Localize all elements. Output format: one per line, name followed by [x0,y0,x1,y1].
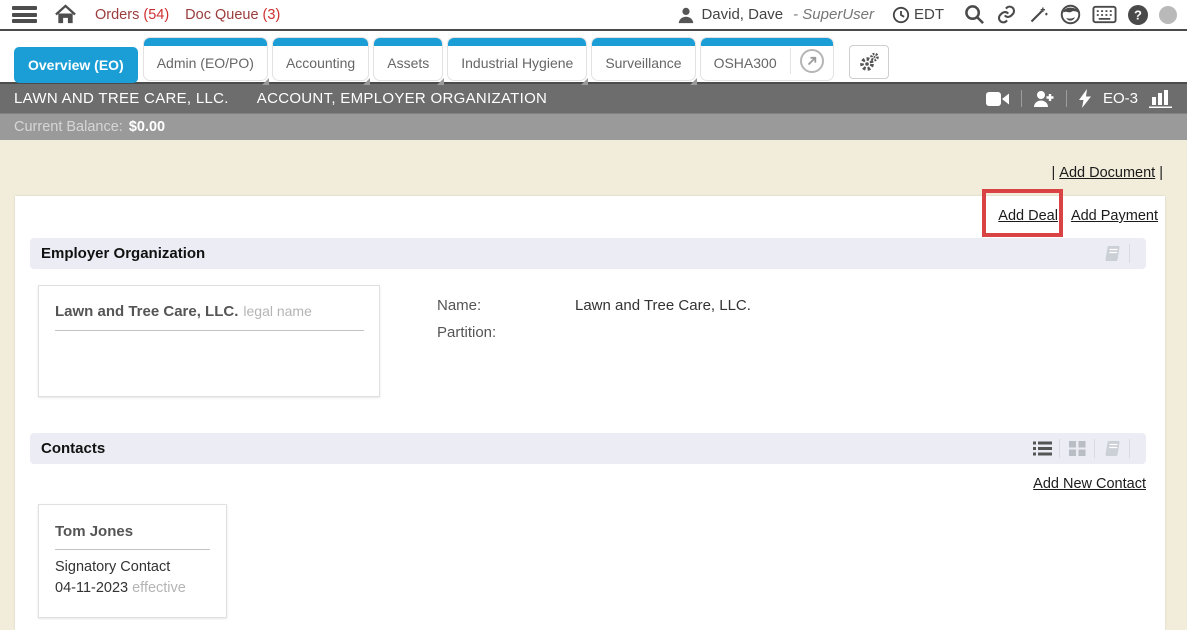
bar-chart-icon[interactable] [1149,89,1173,108]
lightning-icon[interactable] [1078,89,1092,108]
entity-type: ACCOUNT, EMPLOYER ORGANIZATION [257,90,547,107]
tab-overview-eo[interactable]: Overview (EO) [14,47,138,83]
pipe-separator: | [1052,165,1056,181]
top-bar: Orders (54) Doc Queue (3) David, Dave - … [0,0,1187,31]
tab-label: Assets [374,55,442,80]
contact-date-hint: effective [132,580,186,596]
main-panel: Add Deal Add Payment Employer Organizati… [15,196,1165,630]
tab-label: Overview (EO) [14,57,138,73]
tab-accounting[interactable]: Accounting [273,38,368,80]
user-icon [677,6,695,24]
globe-icon[interactable] [1060,4,1081,25]
wand-icon[interactable] [1028,4,1049,25]
add-document-link[interactable]: Add Document [1059,165,1155,181]
section-title: Employer Organization [41,245,205,262]
orders-count: (54) [143,7,169,23]
menu-icon[interactable] [12,6,37,23]
add-new-contact-link[interactable]: Add New Contact [1033,476,1146,492]
arrow-up-right-circle-icon[interactable] [800,49,824,73]
journal-icon[interactable] [1095,433,1129,464]
home-icon[interactable] [54,4,77,25]
contacts-header: Contacts [30,433,1146,464]
search-icon[interactable] [964,4,985,25]
tab-label: Industrial Hygiene [448,55,586,80]
person-add-icon[interactable] [1033,90,1055,108]
add-deal-link[interactable]: Add Deal [998,208,1058,224]
entity-name: LAWN AND TREE CARE, LLC. [14,90,229,107]
tab-label: Surveillance [592,55,694,80]
balance-label: Current Balance: [14,119,123,135]
link-icon[interactable] [996,4,1017,25]
entity-code: EO-3 [1103,90,1138,107]
tab-surveillance[interactable]: Surveillance [592,38,694,80]
add-payment-link[interactable]: Add Payment [1071,208,1158,224]
svg-text:?: ? [1134,7,1142,22]
current-user[interactable]: David, Dave - SuperUser [677,6,874,24]
field-value: Lawn and Tree Care, LLC. [575,292,751,319]
field-row-name: Name: Lawn and Tree Care, LLC. [437,292,751,319]
org-legal-name: Lawn and Tree Care, LLC. [55,303,238,320]
balance-value: $0.00 [129,119,165,135]
field-row-partition: Partition: [437,319,751,346]
nav-orders[interactable]: Orders (54) [95,7,169,23]
grid-view-icon[interactable] [1060,433,1094,464]
pipe-separator: | [1159,165,1163,181]
tab-settings-button[interactable] [849,45,889,79]
employer-org-card[interactable]: Lawn and Tree Care, LLC. legal name [38,285,380,397]
contact-effective-date: 04-11-2023 [55,580,128,596]
user-role: - SuperUser [793,6,874,23]
balance-bar: Current Balance: $0.00 [0,113,1187,140]
keyboard-icon[interactable] [1092,5,1117,24]
help-icon[interactable]: ? [1128,5,1148,25]
page-content: |Add Document| Add Deal Add Payment Empl… [0,140,1187,630]
list-view-icon[interactable] [1025,433,1059,464]
video-camera-icon[interactable] [986,91,1010,107]
timezone-indicator[interactable]: EDT [892,6,944,24]
nav-doc-queue[interactable]: Doc Queue (3) [185,7,280,23]
org-legal-name-hint: legal name [243,303,312,319]
tab-label: OSHA300 [701,55,790,80]
clock-icon [892,6,910,24]
tab-admin-eo-po[interactable]: Admin (EO/PO) [144,38,267,80]
section-title: Contacts [41,440,105,457]
field-label: Name: [437,292,575,319]
journal-icon[interactable] [1095,238,1129,269]
tab-bar: Overview (EO) Admin (EO/PO) Accounting A… [0,31,1187,84]
field-label: Partition: [437,319,575,346]
entity-header-bar: LAWN AND TREE CARE, LLC. ACCOUNT, EMPLOY… [0,84,1187,113]
status-dot [1159,6,1177,24]
timezone-label: EDT [914,6,944,23]
contact-card[interactable]: Tom Jones Signatory Contact 04-11-2023ef… [38,504,227,618]
tab-osha300[interactable]: OSHA300 [701,38,833,80]
employer-organization-header: Employer Organization [30,238,1146,269]
tab-label: Admin (EO/PO) [144,55,267,80]
contact-role: Signatory Contact [55,557,210,578]
doc-queue-count: (3) [263,7,281,23]
tab-assets[interactable]: Assets [374,38,442,80]
user-name: David, Dave [701,6,783,23]
tab-label: Accounting [273,55,368,80]
contact-name: Tom Jones [55,523,210,550]
tab-industrial-hygiene[interactable]: Industrial Hygiene [448,38,586,80]
